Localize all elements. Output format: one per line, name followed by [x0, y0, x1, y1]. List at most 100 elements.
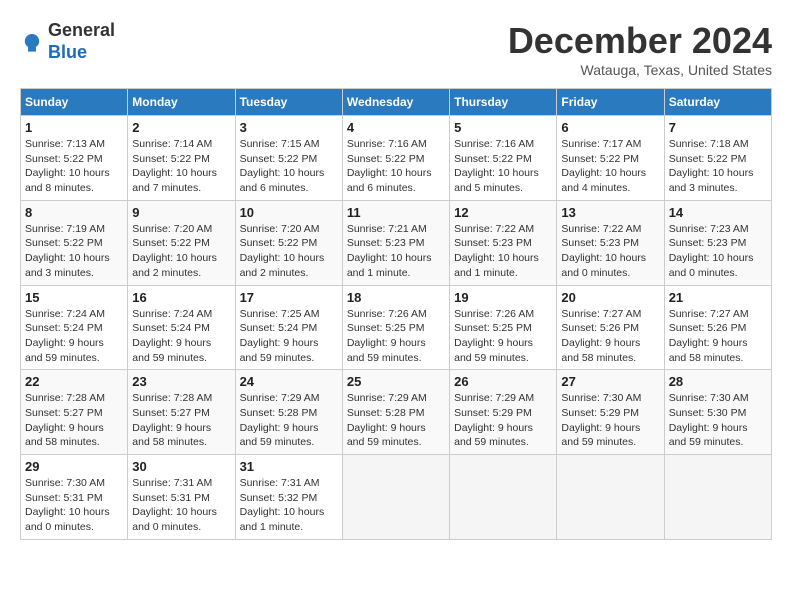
calendar-day-cell: 17 Sunrise: 7:25 AM Sunset: 5:24 PM Dayli…	[235, 285, 342, 370]
weekday-header-wednesday: Wednesday	[342, 89, 449, 116]
calendar-day-cell: 12 Sunrise: 7:22 AM Sunset: 5:23 PM Dayli…	[450, 200, 557, 285]
day-info: Sunrise: 7:27 AM Sunset: 5:26 PM Dayligh…	[669, 307, 767, 366]
day-number: 22	[25, 374, 123, 389]
day-number: 18	[347, 290, 445, 305]
day-info: Sunrise: 7:16 AM Sunset: 5:22 PM Dayligh…	[454, 137, 552, 196]
weekday-header-monday: Monday	[128, 89, 235, 116]
calendar-day-cell: 18Sunrise: 7:26 AM Sunset: 5:25 PM Dayli…	[342, 285, 449, 370]
day-number: 1	[25, 120, 123, 135]
calendar-day-cell	[342, 455, 449, 540]
day-info: Sunrise: 7:25 AM Sunset: 5:24 PM Dayligh…	[240, 307, 338, 366]
day-info: Sunrise: 7:28 AM Sunset: 5:27 PM Dayligh…	[132, 391, 230, 450]
day-number: 21	[669, 290, 767, 305]
month-title: December 2024	[508, 20, 772, 62]
day-info: Sunrise: 7:31 AM Sunset: 5:31 PM Dayligh…	[132, 476, 230, 535]
weekday-header-friday: Friday	[557, 89, 664, 116]
calendar-day-cell: 28 Sunrise: 7:30 AM Sunset: 5:30 PM Dayli…	[664, 370, 771, 455]
day-info: Sunrise: 7:31 AM Sunset: 5:32 PM Dayligh…	[240, 476, 338, 535]
day-number: 31	[240, 459, 338, 474]
calendar-day-cell: 24 Sunrise: 7:29 AM Sunset: 5:28 PM Dayli…	[235, 370, 342, 455]
calendar-day-cell: 3 Sunrise: 7:15 AM Sunset: 5:22 PM Daylig…	[235, 116, 342, 201]
day-number: 8	[25, 205, 123, 220]
day-number: 11	[347, 205, 445, 220]
day-info: Sunrise: 7:16 AM Sunset: 5:22 PM Dayligh…	[347, 137, 445, 196]
logo-blue-text: Blue	[48, 42, 87, 62]
calendar-day-cell: 7 Sunrise: 7:18 AM Sunset: 5:22 PM Daylig…	[664, 116, 771, 201]
calendar-day-cell: 26Sunrise: 7:29 AM Sunset: 5:29 PM Dayli…	[450, 370, 557, 455]
calendar-week-row: 22 Sunrise: 7:28 AM Sunset: 5:27 PM Dayli…	[21, 370, 772, 455]
day-number: 5	[454, 120, 552, 135]
day-number: 2	[132, 120, 230, 135]
weekday-header-sunday: Sunday	[21, 89, 128, 116]
day-number: 30	[132, 459, 230, 474]
weekday-header-saturday: Saturday	[664, 89, 771, 116]
logo-icon	[20, 30, 44, 54]
calendar-day-cell: 11 Sunrise: 7:21 AM Sunset: 5:23 PM Dayli…	[342, 200, 449, 285]
day-info: Sunrise: 7:22 AM Sunset: 5:23 PM Dayligh…	[561, 222, 659, 281]
calendar-day-cell: 6Sunrise: 7:17 AM Sunset: 5:22 PM Daylig…	[557, 116, 664, 201]
calendar-day-cell: 21 Sunrise: 7:27 AM Sunset: 5:26 PM Dayli…	[664, 285, 771, 370]
day-number: 9	[132, 205, 230, 220]
calendar-day-cell: 14Sunrise: 7:23 AM Sunset: 5:23 PM Dayli…	[664, 200, 771, 285]
day-info: Sunrise: 7:18 AM Sunset: 5:22 PM Dayligh…	[669, 137, 767, 196]
day-number: 24	[240, 374, 338, 389]
logo-text: General Blue	[48, 20, 115, 63]
calendar-day-cell	[664, 455, 771, 540]
day-number: 16	[132, 290, 230, 305]
day-info: Sunrise: 7:24 AM Sunset: 5:24 PM Dayligh…	[25, 307, 123, 366]
calendar-day-cell: 13Sunrise: 7:22 AM Sunset: 5:23 PM Dayli…	[557, 200, 664, 285]
day-info: Sunrise: 7:29 AM Sunset: 5:28 PM Dayligh…	[347, 391, 445, 450]
calendar-week-row: 1 Sunrise: 7:13 AM Sunset: 5:22 PM Daylig…	[21, 116, 772, 201]
logo: General Blue	[20, 20, 115, 63]
calendar-day-cell: 2 Sunrise: 7:14 AM Sunset: 5:22 PM Daylig…	[128, 116, 235, 201]
calendar-day-cell: 16Sunrise: 7:24 AM Sunset: 5:24 PM Dayli…	[128, 285, 235, 370]
calendar-day-cell: 5 Sunrise: 7:16 AM Sunset: 5:22 PM Daylig…	[450, 116, 557, 201]
day-info: Sunrise: 7:13 AM Sunset: 5:22 PM Dayligh…	[25, 137, 123, 196]
day-info: Sunrise: 7:22 AM Sunset: 5:23 PM Dayligh…	[454, 222, 552, 281]
day-number: 12	[454, 205, 552, 220]
calendar-day-cell: 1 Sunrise: 7:13 AM Sunset: 5:22 PM Daylig…	[21, 116, 128, 201]
calendar-day-cell	[450, 455, 557, 540]
day-info: Sunrise: 7:27 AM Sunset: 5:26 PM Dayligh…	[561, 307, 659, 366]
day-number: 26	[454, 374, 552, 389]
day-number: 29	[25, 459, 123, 474]
calendar-day-cell: 8 Sunrise: 7:19 AM Sunset: 5:22 PM Daylig…	[21, 200, 128, 285]
day-number: 27	[561, 374, 659, 389]
day-info: Sunrise: 7:30 AM Sunset: 5:31 PM Dayligh…	[25, 476, 123, 535]
calendar-week-row: 29 Sunrise: 7:30 AM Sunset: 5:31 PM Dayli…	[21, 455, 772, 540]
day-info: Sunrise: 7:20 AM Sunset: 5:22 PM Dayligh…	[132, 222, 230, 281]
day-info: Sunrise: 7:15 AM Sunset: 5:22 PM Dayligh…	[240, 137, 338, 196]
day-number: 3	[240, 120, 338, 135]
day-info: Sunrise: 7:17 AM Sunset: 5:22 PM Dayligh…	[561, 137, 659, 196]
location-text: Watauga, Texas, United States	[508, 62, 772, 78]
day-info: Sunrise: 7:29 AM Sunset: 5:28 PM Dayligh…	[240, 391, 338, 450]
day-info: Sunrise: 7:14 AM Sunset: 5:22 PM Dayligh…	[132, 137, 230, 196]
calendar-day-cell	[557, 455, 664, 540]
calendar-week-row: 8 Sunrise: 7:19 AM Sunset: 5:22 PM Daylig…	[21, 200, 772, 285]
day-number: 15	[25, 290, 123, 305]
weekday-header-thursday: Thursday	[450, 89, 557, 116]
day-number: 23	[132, 374, 230, 389]
day-info: Sunrise: 7:30 AM Sunset: 5:29 PM Dayligh…	[561, 391, 659, 450]
calendar-day-cell: 31 Sunrise: 7:31 AM Sunset: 5:32 PM Dayli…	[235, 455, 342, 540]
day-number: 17	[240, 290, 338, 305]
day-number: 10	[240, 205, 338, 220]
calendar-day-cell: 22Sunrise: 7:28 AM Sunset: 5:27 PM Dayli…	[21, 370, 128, 455]
day-number: 28	[669, 374, 767, 389]
calendar-day-cell: 9 Sunrise: 7:20 AM Sunset: 5:22 PM Daylig…	[128, 200, 235, 285]
weekday-header-tuesday: Tuesday	[235, 89, 342, 116]
calendar-day-cell: 23 Sunrise: 7:28 AM Sunset: 5:27 PM Dayli…	[128, 370, 235, 455]
day-info: Sunrise: 7:20 AM Sunset: 5:22 PM Dayligh…	[240, 222, 338, 281]
calendar-day-cell: 10 Sunrise: 7:20 AM Sunset: 5:22 PM Dayli…	[235, 200, 342, 285]
day-number: 20	[561, 290, 659, 305]
day-info: Sunrise: 7:30 AM Sunset: 5:30 PM Dayligh…	[669, 391, 767, 450]
day-number: 7	[669, 120, 767, 135]
day-info: Sunrise: 7:19 AM Sunset: 5:22 PM Dayligh…	[25, 222, 123, 281]
title-block: December 2024 Watauga, Texas, United Sta…	[508, 20, 772, 78]
calendar-day-cell: 29 Sunrise: 7:30 AM Sunset: 5:31 PM Dayli…	[21, 455, 128, 540]
calendar-day-cell: 30 Sunrise: 7:31 AM Sunset: 5:31 PM Dayli…	[128, 455, 235, 540]
calendar-day-cell: 20 Sunrise: 7:27 AM Sunset: 5:26 PM Dayli…	[557, 285, 664, 370]
day-info: Sunrise: 7:21 AM Sunset: 5:23 PM Dayligh…	[347, 222, 445, 281]
calendar-day-cell: 27 Sunrise: 7:30 AM Sunset: 5:29 PM Dayli…	[557, 370, 664, 455]
day-info: Sunrise: 7:23 AM Sunset: 5:23 PM Dayligh…	[669, 222, 767, 281]
